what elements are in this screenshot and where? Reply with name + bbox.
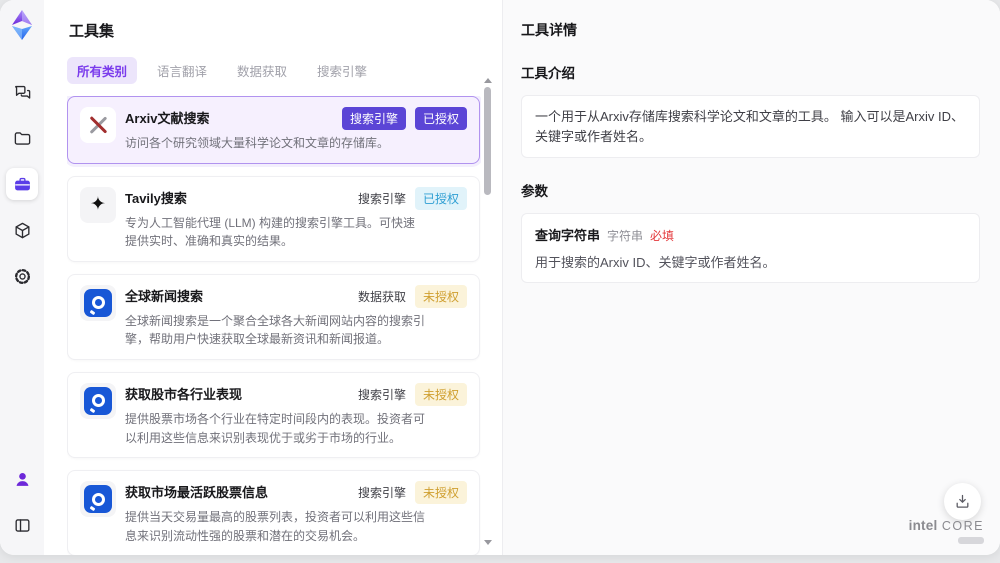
scrollbar-thumb[interactable] (484, 87, 491, 195)
param-required-badge: 必填 (650, 229, 675, 243)
intel-ultra-badge (958, 537, 984, 544)
tool-name: 获取市场最活跃股票信息 (125, 485, 269, 501)
scrollbar-up-arrow-icon[interactable] (484, 78, 492, 83)
app-window: 工具集 所有类别 语言翻译 数据获取 搜索引擎 Arxiv文献搜索 搜索引擎 已授权 访问各… (0, 0, 1000, 555)
intro-heading: 工具介绍 (521, 66, 575, 81)
sidebar-item-account[interactable] (6, 463, 38, 495)
scrollbar-down-arrow-icon[interactable] (484, 540, 492, 545)
tool-name: 全球新闻搜索 (125, 288, 204, 304)
folder-icon (14, 131, 30, 145)
tool-card[interactable]: 获取股市各行业表现 搜索引擎 未授权提供股票市场各个行业在特定时间段内的表现。投资者… (67, 371, 480, 459)
tab-1[interactable]: 语言翻译 (147, 57, 217, 84)
tool-icon: ✦ (80, 186, 116, 223)
tool-icon (80, 382, 116, 419)
tool-icon (80, 481, 116, 518)
tool-body: 获取市场最活跃股票信息 搜索引擎 未授权提供当天交易量最高的股票列表，投资者可以利用… (125, 481, 467, 545)
tool-description: 访问各个研究领域大量科学论文和文章的存储库。 (125, 136, 390, 150)
tool-body: 获取股市各行业表现 搜索引擎 未授权提供股票市场各个行业在特定时间段内的表现。投资者… (125, 382, 467, 447)
param-type: 字符串 (607, 229, 644, 243)
news-app-icon (84, 288, 112, 317)
tool-body: 全球新闻搜索 数据获取 未授权全球新闻搜索是一个聚合全球各大新闻网站内容的搜索引擎，… (125, 284, 467, 349)
sidebar-item-files[interactable] (6, 122, 38, 154)
tool-icon (80, 284, 116, 321)
intel-core-logo: intel CORE (909, 518, 984, 544)
chat-icon (14, 85, 30, 99)
app-logo-icon (12, 10, 32, 40)
tool-card[interactable]: ✦ Tavily搜索 搜索引擎 已授权专为人工智能代理 (LLM) 构建的搜索引擎工具… (67, 175, 480, 262)
tool-card[interactable]: 获取市场最活跃股票信息 搜索引擎 未授权提供当天交易量最高的股票列表，投资者可以利用… (67, 470, 480, 555)
tool-status-badge: 未授权 (414, 284, 467, 308)
sidebar-item-packages[interactable] (6, 214, 38, 246)
cube-icon (14, 222, 30, 238)
tool-category-label: 搜索引擎 (357, 191, 406, 206)
tab-0[interactable]: 所有类别 (67, 57, 138, 84)
tab-3[interactable]: 搜索引擎 (307, 57, 377, 84)
tool-list: Arxiv文献搜索 搜索引擎 已授权 访问各个研究领域大量科学论文和文章的存储库。 ✦ T… (67, 96, 481, 555)
tool-category-label: 搜索引擎 (341, 107, 406, 130)
tool-name: 获取股市各行业表现 (125, 386, 243, 402)
tool-body: Arxiv文献搜索 搜索引擎 已授权访问各个研究领域大量科学论文和文章的存储库。 (125, 107, 467, 153)
arxiv-logo-icon (88, 115, 108, 135)
param-desc: 用于搜索的Arxiv ID、关键字或作者姓名。 (535, 255, 776, 270)
tool-card[interactable]: 全球新闻搜索 数据获取 未授权全球新闻搜索是一个聚合全球各大新闻网站内容的搜索引擎，… (67, 273, 480, 360)
tool-description: 专为人工智能代理 (LLM) 构建的搜索引擎工具。可快速提供实时、准确和真实的结… (125, 215, 416, 249)
sidebar-item-chat[interactable] (6, 76, 38, 108)
sidebar (0, 0, 44, 555)
params-heading: 参数 (521, 184, 548, 199)
tool-card[interactable]: Arxiv文献搜索 搜索引擎 已授权访问各个研究领域大量科学论文和文章的存储库。 (67, 96, 480, 164)
sidebar-item-collapse[interactable] (6, 509, 38, 541)
intel-logo-text: intel (908, 518, 938, 533)
tool-description: 全球新闻搜索是一个聚合全球各大新闻网站内容的搜索引擎，帮助用户快速获取全球最新资… (125, 313, 426, 347)
tool-status-badge: 未授权 (414, 481, 467, 505)
news-app-icon (84, 386, 112, 415)
tool-body: Tavily搜索 搜索引擎 已授权专为人工智能代理 (LLM) 构建的搜索引擎工具。… (125, 186, 467, 251)
sidebar-item-tools[interactable] (6, 168, 38, 200)
tool-status-badge: 未授权 (414, 382, 467, 406)
category-tabs: 所有类别 语言翻译 数据获取 搜索引擎 (67, 57, 502, 84)
page-title: 工具集 (69, 23, 115, 40)
gear-icon (14, 268, 30, 284)
tool-icon (80, 107, 116, 143)
download-icon (956, 494, 969, 508)
tab-2[interactable]: 数据获取 (227, 57, 297, 84)
tool-name: Tavily搜索 (125, 190, 187, 206)
core-logo-text: CORE (941, 519, 984, 533)
intro-card: 一个用于从Arxiv存储库搜索科学论文和文章的工具。 输入可以是Arxiv ID… (521, 95, 980, 158)
tool-list-panel: 工具集 所有类别 语言翻译 数据获取 搜索引擎 Arxiv文献搜索 搜索引擎 已授权 访问各… (44, 0, 502, 555)
tool-name: Arxiv文献搜索 (125, 111, 210, 126)
param-card: 查询字符串 字符串 必填 用于搜索的Arxiv ID、关键字或作者姓名。 (521, 213, 980, 283)
panel-toggle-icon (14, 518, 30, 532)
tool-status-badge: 已授权 (414, 186, 467, 210)
user-avatar-icon (16, 472, 28, 486)
param-name: 查询字符串 (535, 228, 601, 243)
intro-text: 一个用于从Arxiv存储库搜索科学论文和文章的工具。 输入可以是Arxiv ID… (535, 109, 965, 144)
tool-description: 提供股票市场各个行业在特定时间段内的表现。投资者可以利用这些信息来识别表现优于或… (125, 411, 426, 445)
news-app-icon (84, 485, 112, 514)
sidebar-item-settings[interactable] (6, 260, 38, 292)
tool-details-panel: 工具详情 工具介绍 一个用于从Arxiv存储库搜索科学论文和文章的工具。 输入可… (502, 0, 1000, 555)
tool-status-badge: 已授权 (414, 107, 467, 130)
tool-category-label: 搜索引擎 (357, 387, 406, 402)
tool-description: 提供当天交易量最高的股票列表，投资者可以利用这些信息来识别流动性强的股票和潜在的… (125, 510, 426, 543)
scrollbar[interactable] (483, 78, 492, 545)
download-button[interactable] (944, 483, 981, 520)
tavily-sparkle-icon: ✦ (90, 194, 106, 216)
tool-category-label: 搜索引擎 (357, 486, 406, 501)
toolbox-icon (14, 177, 30, 190)
details-title: 工具详情 (521, 22, 577, 38)
tool-category-label: 数据获取 (357, 289, 406, 304)
